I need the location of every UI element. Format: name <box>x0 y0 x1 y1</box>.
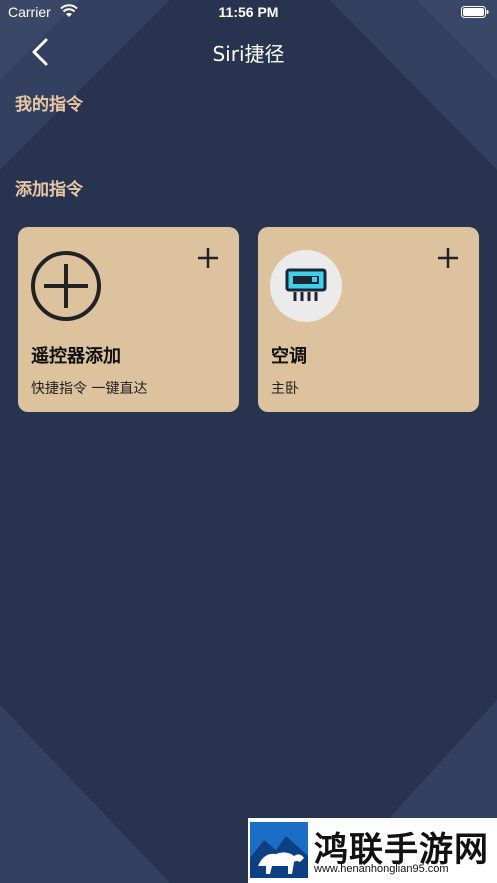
card-remote-add[interactable]: 遥控器添加 快捷指令 一键直达 <box>18 227 239 412</box>
plus-icon[interactable] <box>435 245 461 271</box>
card-subtitle: 主卧 <box>271 381 299 397</box>
bull-logo-icon <box>250 822 308 878</box>
battery-icon <box>461 6 489 18</box>
watermark: 鸿联手游网 www.henanhonglian95.com <box>248 818 497 883</box>
card-title: 遥控器添加 <box>31 346 121 367</box>
page-title: Siri捷径 <box>212 42 285 66</box>
status-bar: Carrier 11:56 PM <box>0 0 497 26</box>
status-time: 11:56 PM <box>218 4 279 20</box>
navigation-bar: Siri捷径 <box>0 26 497 76</box>
card-subtitle: 快捷指令 一键直达 <box>31 381 148 397</box>
background-decoration <box>0 0 497 883</box>
card-air-conditioner[interactable]: 空调 主卧 <box>258 227 479 412</box>
air-conditioner-icon <box>270 250 342 322</box>
section-title-add-commands: 添加指令 <box>15 180 83 200</box>
watermark-url: www.henanhonglian95.com <box>314 863 449 875</box>
card-title: 空调 <box>271 346 307 367</box>
section-title-my-commands: 我的指令 <box>15 95 83 115</box>
add-circle-icon <box>31 251 101 321</box>
plus-icon[interactable] <box>195 245 221 271</box>
